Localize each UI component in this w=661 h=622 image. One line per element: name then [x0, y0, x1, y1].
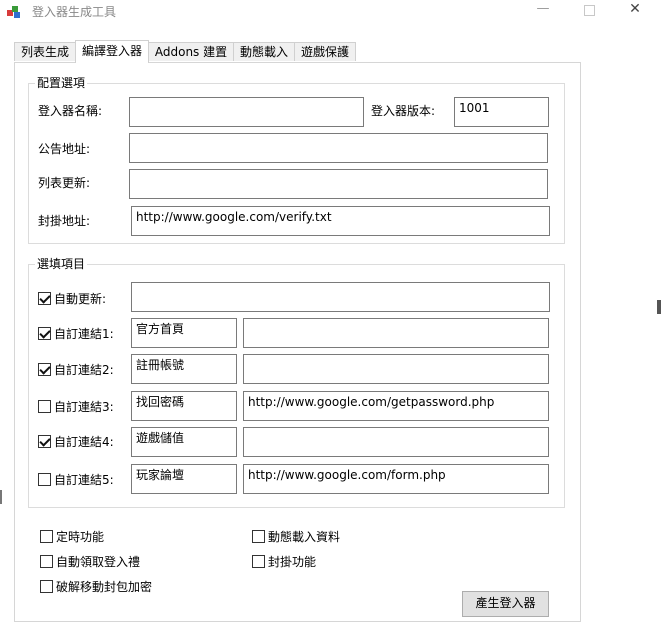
tab-dynamic-load[interactable]: 動態載入 — [233, 42, 295, 61]
custom-link-5-url-input[interactable]: http://www.google.com/form.php — [243, 464, 549, 494]
block-url-input[interactable]: http://www.google.com/verify.txt — [131, 206, 550, 236]
window-title: 登入器生成工具 — [32, 5, 117, 19]
auto-gift-checkbox[interactable] — [40, 555, 53, 568]
options-group-title: 選填項目 — [35, 257, 88, 271]
minimize-button[interactable]: — — [520, 0, 566, 20]
launcher-version-label: 登入器版本: — [371, 104, 436, 118]
tab-compile-launcher[interactable]: 編譯登入器 — [75, 40, 149, 63]
timer-checkbox[interactable] — [40, 530, 53, 543]
crack-encryption-label: 破解移動封包加密 — [56, 580, 153, 594]
custom-link-4-url-input[interactable] — [243, 427, 549, 457]
tab-game-protection[interactable]: 遊戲保護 — [294, 42, 356, 61]
custom-link-1-checkbox[interactable] — [38, 327, 51, 340]
window-edge-marker — [657, 300, 661, 314]
maximize-icon — [583, 5, 595, 16]
notice-url-input[interactable] — [129, 133, 548, 163]
custom-link-5-name-input[interactable]: 玩家論壇 — [131, 464, 237, 494]
auto-update-label: 自動更新: — [54, 292, 107, 306]
custom-link-1-url-input[interactable] — [243, 318, 549, 348]
auto-update-checkbox[interactable] — [38, 292, 51, 305]
app-icon — [7, 6, 20, 18]
window-edge-marker-left — [0, 490, 2, 504]
custom-link-2-url-input[interactable] — [243, 354, 549, 384]
tab-addons-build[interactable]: Addons 建置 — [148, 42, 234, 61]
custom-link-2-checkbox[interactable] — [38, 363, 51, 376]
crack-encryption-checkbox[interactable] — [40, 580, 53, 593]
custom-link-3-name-input[interactable]: 找回密碼 — [131, 391, 237, 421]
custom-link-4-checkbox[interactable] — [38, 435, 51, 448]
maximize-button[interactable] — [566, 0, 612, 20]
tab-list-generate[interactable]: 列表生成 — [14, 42, 76, 61]
auto-update-input[interactable] — [131, 282, 550, 312]
custom-link-1-name-input[interactable]: 官方首頁 — [131, 318, 237, 348]
timer-label: 定時功能 — [56, 530, 105, 544]
custom-link-1-label: 自訂連結1: — [54, 327, 114, 341]
launcher-name-label: 登入器名稱: — [38, 104, 103, 118]
anti-hack-label: 封掛功能 — [268, 555, 317, 569]
custom-link-3-label: 自訂連結3: — [54, 400, 114, 414]
list-update-label: 列表更新: — [38, 176, 91, 190]
custom-link-3-url-input[interactable]: http://www.google.com/getpassword.php — [243, 391, 549, 421]
auto-gift-label: 自動領取登入禮 — [56, 555, 141, 569]
main-window: 登入器生成工具 — ✕ 列表生成 編譯登入器 Addons 建置 動態載入 遊戲… — [0, 0, 661, 622]
config-group-title: 配置選項 — [35, 76, 88, 90]
close-button[interactable]: ✕ — [612, 0, 658, 20]
generate-launcher-button[interactable]: 產生登入器 — [462, 591, 549, 617]
notice-url-label: 公告地址: — [38, 142, 91, 156]
list-update-input[interactable] — [129, 169, 548, 199]
launcher-name-input[interactable] — [129, 97, 364, 127]
launcher-version-input[interactable]: 1001 — [454, 97, 549, 127]
config-group: 配置選項 登入器名稱: 登入器版本: 1001 公告地址: 列表更新: 封掛地址… — [28, 76, 565, 244]
block-url-label: 封掛地址: — [38, 214, 91, 228]
custom-link-2-name-input[interactable]: 註冊帳號 — [131, 354, 237, 384]
title-bar: 登入器生成工具 — ✕ — [0, 0, 661, 32]
custom-link-2-label: 自訂連結2: — [54, 363, 114, 377]
tab-panel: 配置選項 登入器名稱: 登入器版本: 1001 公告地址: 列表更新: 封掛地址… — [14, 62, 581, 622]
custom-link-4-name-input[interactable]: 遊戲儲值 — [131, 427, 237, 457]
anti-hack-checkbox[interactable] — [252, 555, 265, 568]
dynamic-load-data-checkbox[interactable] — [252, 530, 265, 543]
custom-link-3-checkbox[interactable] — [38, 400, 51, 413]
custom-link-4-label: 自訂連結4: — [54, 435, 114, 449]
custom-link-5-checkbox[interactable] — [38, 473, 51, 486]
dynamic-load-data-label: 動態載入資料 — [268, 530, 341, 544]
custom-link-5-label: 自訂連結5: — [54, 473, 114, 487]
options-group: 選填項目 自動更新: 自訂連結1: 官方首頁 自訂連結2: 註冊帳號 自訂連結3… — [28, 257, 565, 508]
